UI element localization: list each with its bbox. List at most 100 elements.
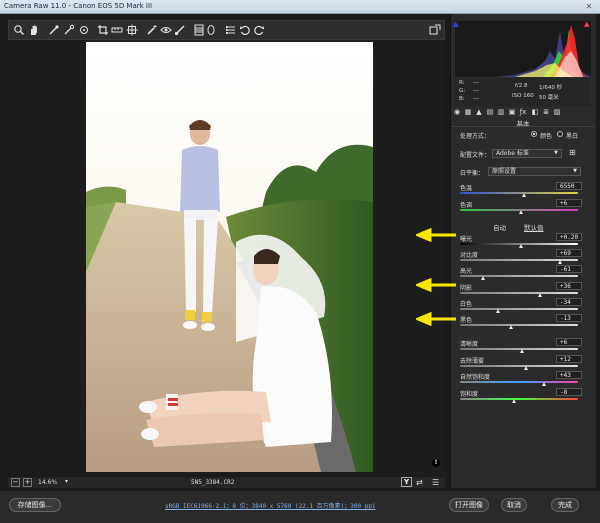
contrast-slider-thumb[interactable] xyxy=(557,260,562,264)
camera-info: R: --- G: --- B: --- f/2.8 1/640 秒 ISO 1… xyxy=(455,78,591,106)
tab-hsl-icon[interactable]: ▤ xyxy=(486,108,494,117)
crop-icon[interactable] xyxy=(97,24,109,36)
cancel-button[interactable]: 取消 xyxy=(501,498,527,512)
save-image-button[interactable]: 存储图像... xyxy=(9,498,61,512)
dehaze-slider-track[interactable] xyxy=(460,365,578,367)
tint-slider-thumb[interactable] xyxy=(518,210,523,214)
shadows-slider-track[interactable] xyxy=(460,292,578,294)
highlight-clipping-icon[interactable]: ▲ xyxy=(584,20,589,28)
whites-slider-track[interactable] xyxy=(460,308,578,310)
chevron-down-icon: ▼ xyxy=(554,150,558,156)
color-radio[interactable] xyxy=(531,131,537,137)
temp-slider-thumb[interactable] xyxy=(522,193,527,197)
annotation-arrow-blacks xyxy=(416,312,456,326)
graduated-filter-icon[interactable] xyxy=(193,24,205,36)
straighten-icon[interactable] xyxy=(111,24,123,36)
tab-presets-icon[interactable]: ≣ xyxy=(542,108,550,117)
before-after-button[interactable]: Y xyxy=(401,477,412,487)
vibrance-slider-thumb[interactable] xyxy=(542,382,547,386)
clarity-slider-track[interactable] xyxy=(460,348,578,350)
radial-filter-icon[interactable] xyxy=(205,24,217,36)
divider xyxy=(452,126,594,127)
tab-basic-icon[interactable]: ◉ xyxy=(453,108,461,117)
saturation-slider-track[interactable] xyxy=(460,398,578,400)
tab-lens-icon[interactable]: ▣ xyxy=(508,108,516,117)
warning-icon: ! xyxy=(432,459,440,467)
shadows-slider-thumb[interactable] xyxy=(537,293,542,297)
dehaze-slider-thumb[interactable] xyxy=(523,366,528,370)
profile-value: Adobe 标准 xyxy=(496,150,529,157)
tint-label: 色调 xyxy=(460,202,473,209)
r-label: R: xyxy=(459,80,465,86)
rotate-left-icon[interactable] xyxy=(239,24,251,36)
b-value: --- xyxy=(473,96,479,102)
chevron-down-icon[interactable]: ▾ xyxy=(65,478,68,485)
temp-slider-track[interactable] xyxy=(460,192,578,194)
targeted-adjustment-icon[interactable] xyxy=(78,24,90,36)
exposure-slider-thumb[interactable] xyxy=(518,244,523,248)
zoom-out-icon[interactable]: − xyxy=(11,478,20,487)
photo xyxy=(86,42,373,472)
iso: ISO 160 xyxy=(512,93,534,99)
tab-snapshots-icon[interactable]: ▨ xyxy=(553,108,561,117)
file-name: 5N5_3384.CR2 xyxy=(191,479,235,486)
r-value: --- xyxy=(473,80,479,86)
whites-slider-thumb[interactable] xyxy=(496,309,501,313)
transform-icon[interactable] xyxy=(126,24,138,36)
zoom-bar: − + 14.6% ▾ 5N5_3384.CR2 Y ⇄ ☰ xyxy=(8,477,445,488)
tab-detail-icon[interactable]: ▲ xyxy=(475,108,483,117)
profile-browser-icon[interactable]: ⊞ xyxy=(569,148,576,157)
swap-icon[interactable]: ⇄ xyxy=(416,478,423,487)
zoom-level[interactable]: 14.6% xyxy=(38,479,57,486)
red-eye-icon[interactable] xyxy=(160,24,172,36)
default-button[interactable]: 默认值 xyxy=(524,222,544,232)
tab-effects-icon[interactable]: ƒx xyxy=(519,108,527,117)
image-preview: ! xyxy=(8,40,445,474)
preferences-icon[interactable] xyxy=(225,24,237,36)
tab-tone-curve-icon[interactable]: ▦ xyxy=(464,108,472,117)
profile-dropdown[interactable]: Adobe 标准 ▼ xyxy=(492,149,562,158)
blacks-slider-thumb[interactable] xyxy=(509,325,514,329)
blacks-slider-track[interactable] xyxy=(460,324,578,326)
vibrance-slider-track[interactable] xyxy=(460,381,578,383)
wb-value: 原照设置 xyxy=(492,168,517,175)
open-image-button[interactable]: 打开图像 xyxy=(449,498,489,512)
settings-icon[interactable]: ☰ xyxy=(432,478,439,487)
saturation-value: -8 xyxy=(560,389,568,396)
highlights-slider-track[interactable] xyxy=(460,275,578,277)
workflow-options-link[interactable]: sRGB IEC61966-2.1；8 位；3840 x 5760 (22.1 … xyxy=(165,501,376,510)
white-balance-dropdown[interactable]: 原照设置 ▼ xyxy=(488,167,581,176)
chevron-down-icon: ▼ xyxy=(573,168,577,174)
shadows-value: +36 xyxy=(560,283,571,290)
spot-removal-icon[interactable] xyxy=(146,24,158,36)
shadow-clipping-icon[interactable]: ▲ xyxy=(453,20,458,28)
auto-button[interactable]: 自动 xyxy=(493,222,506,232)
zoom-icon[interactable] xyxy=(13,24,25,36)
vibrance-value: +43 xyxy=(560,372,571,379)
highlights-label: 高光 xyxy=(460,268,473,275)
bw-radio[interactable] xyxy=(557,131,563,137)
wedding-photo xyxy=(86,42,373,472)
fullscreen-icon[interactable] xyxy=(429,24,441,36)
histogram xyxy=(455,21,591,77)
white-balance-icon[interactable] xyxy=(48,24,60,36)
rotate-right-icon[interactable] xyxy=(253,24,265,36)
saturation-slider-thumb[interactable] xyxy=(511,399,516,403)
tab-split-toning-icon[interactable]: ▥ xyxy=(497,108,505,117)
adjustment-brush-icon[interactable] xyxy=(174,24,186,36)
clarity-slider-thumb[interactable] xyxy=(520,349,525,353)
hand-icon[interactable] xyxy=(28,24,40,36)
annotation-arrow-exposure xyxy=(416,228,456,242)
bottom-bar: 存储图像... sRGB IEC61966-2.1；8 位；3840 x 576… xyxy=(0,491,600,523)
color-sampler-icon[interactable] xyxy=(63,24,75,36)
zoom-in-icon[interactable]: + xyxy=(23,478,32,487)
contrast-label: 对比度 xyxy=(460,252,479,259)
vibrance-label: 自然饱和度 xyxy=(460,374,491,381)
close-icon[interactable]: ✕ xyxy=(582,1,596,12)
highlights-slider-thumb[interactable] xyxy=(481,276,486,280)
dehaze-value: +12 xyxy=(560,356,571,363)
saturation-label: 饱和度 xyxy=(460,391,479,398)
tab-calibration-icon[interactable]: ◧ xyxy=(531,108,539,117)
dehaze-label: 去除薄雾 xyxy=(460,358,485,365)
done-button[interactable]: 完成 xyxy=(551,498,579,512)
